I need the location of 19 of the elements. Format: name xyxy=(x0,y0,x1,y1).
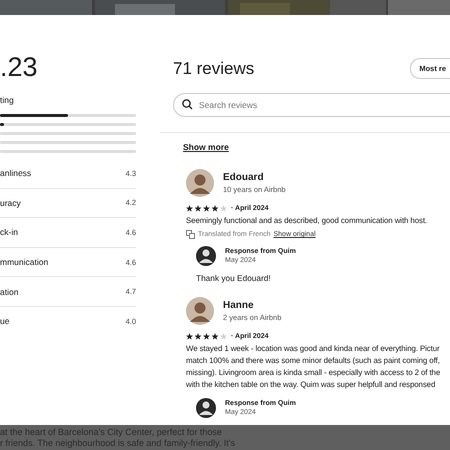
reviewer-name: Edouard xyxy=(223,172,265,183)
show-more-link[interactable]: Show more xyxy=(183,142,229,152)
rating-label: ting xyxy=(0,95,15,105)
category-name: ation xyxy=(0,286,18,297)
category-name: mmunication xyxy=(0,257,48,268)
category-name: uracy xyxy=(0,198,21,208)
translate-icon xyxy=(186,230,195,239)
response-text: Thank you Edouard! xyxy=(196,273,272,283)
avatar xyxy=(186,169,214,197)
avatar xyxy=(196,398,216,418)
category-name: ue xyxy=(0,316,10,326)
category-name: anliness xyxy=(0,168,32,178)
category-name: ck-in xyxy=(0,227,18,238)
avatar xyxy=(196,246,216,266)
reviewer-name: Hanne xyxy=(223,300,255,311)
overall-rating: .23 xyxy=(0,52,39,82)
search-field[interactable]: Search reviews xyxy=(173,93,450,117)
avatar xyxy=(186,297,214,325)
reviews-title: 71 reviews xyxy=(173,58,254,78)
